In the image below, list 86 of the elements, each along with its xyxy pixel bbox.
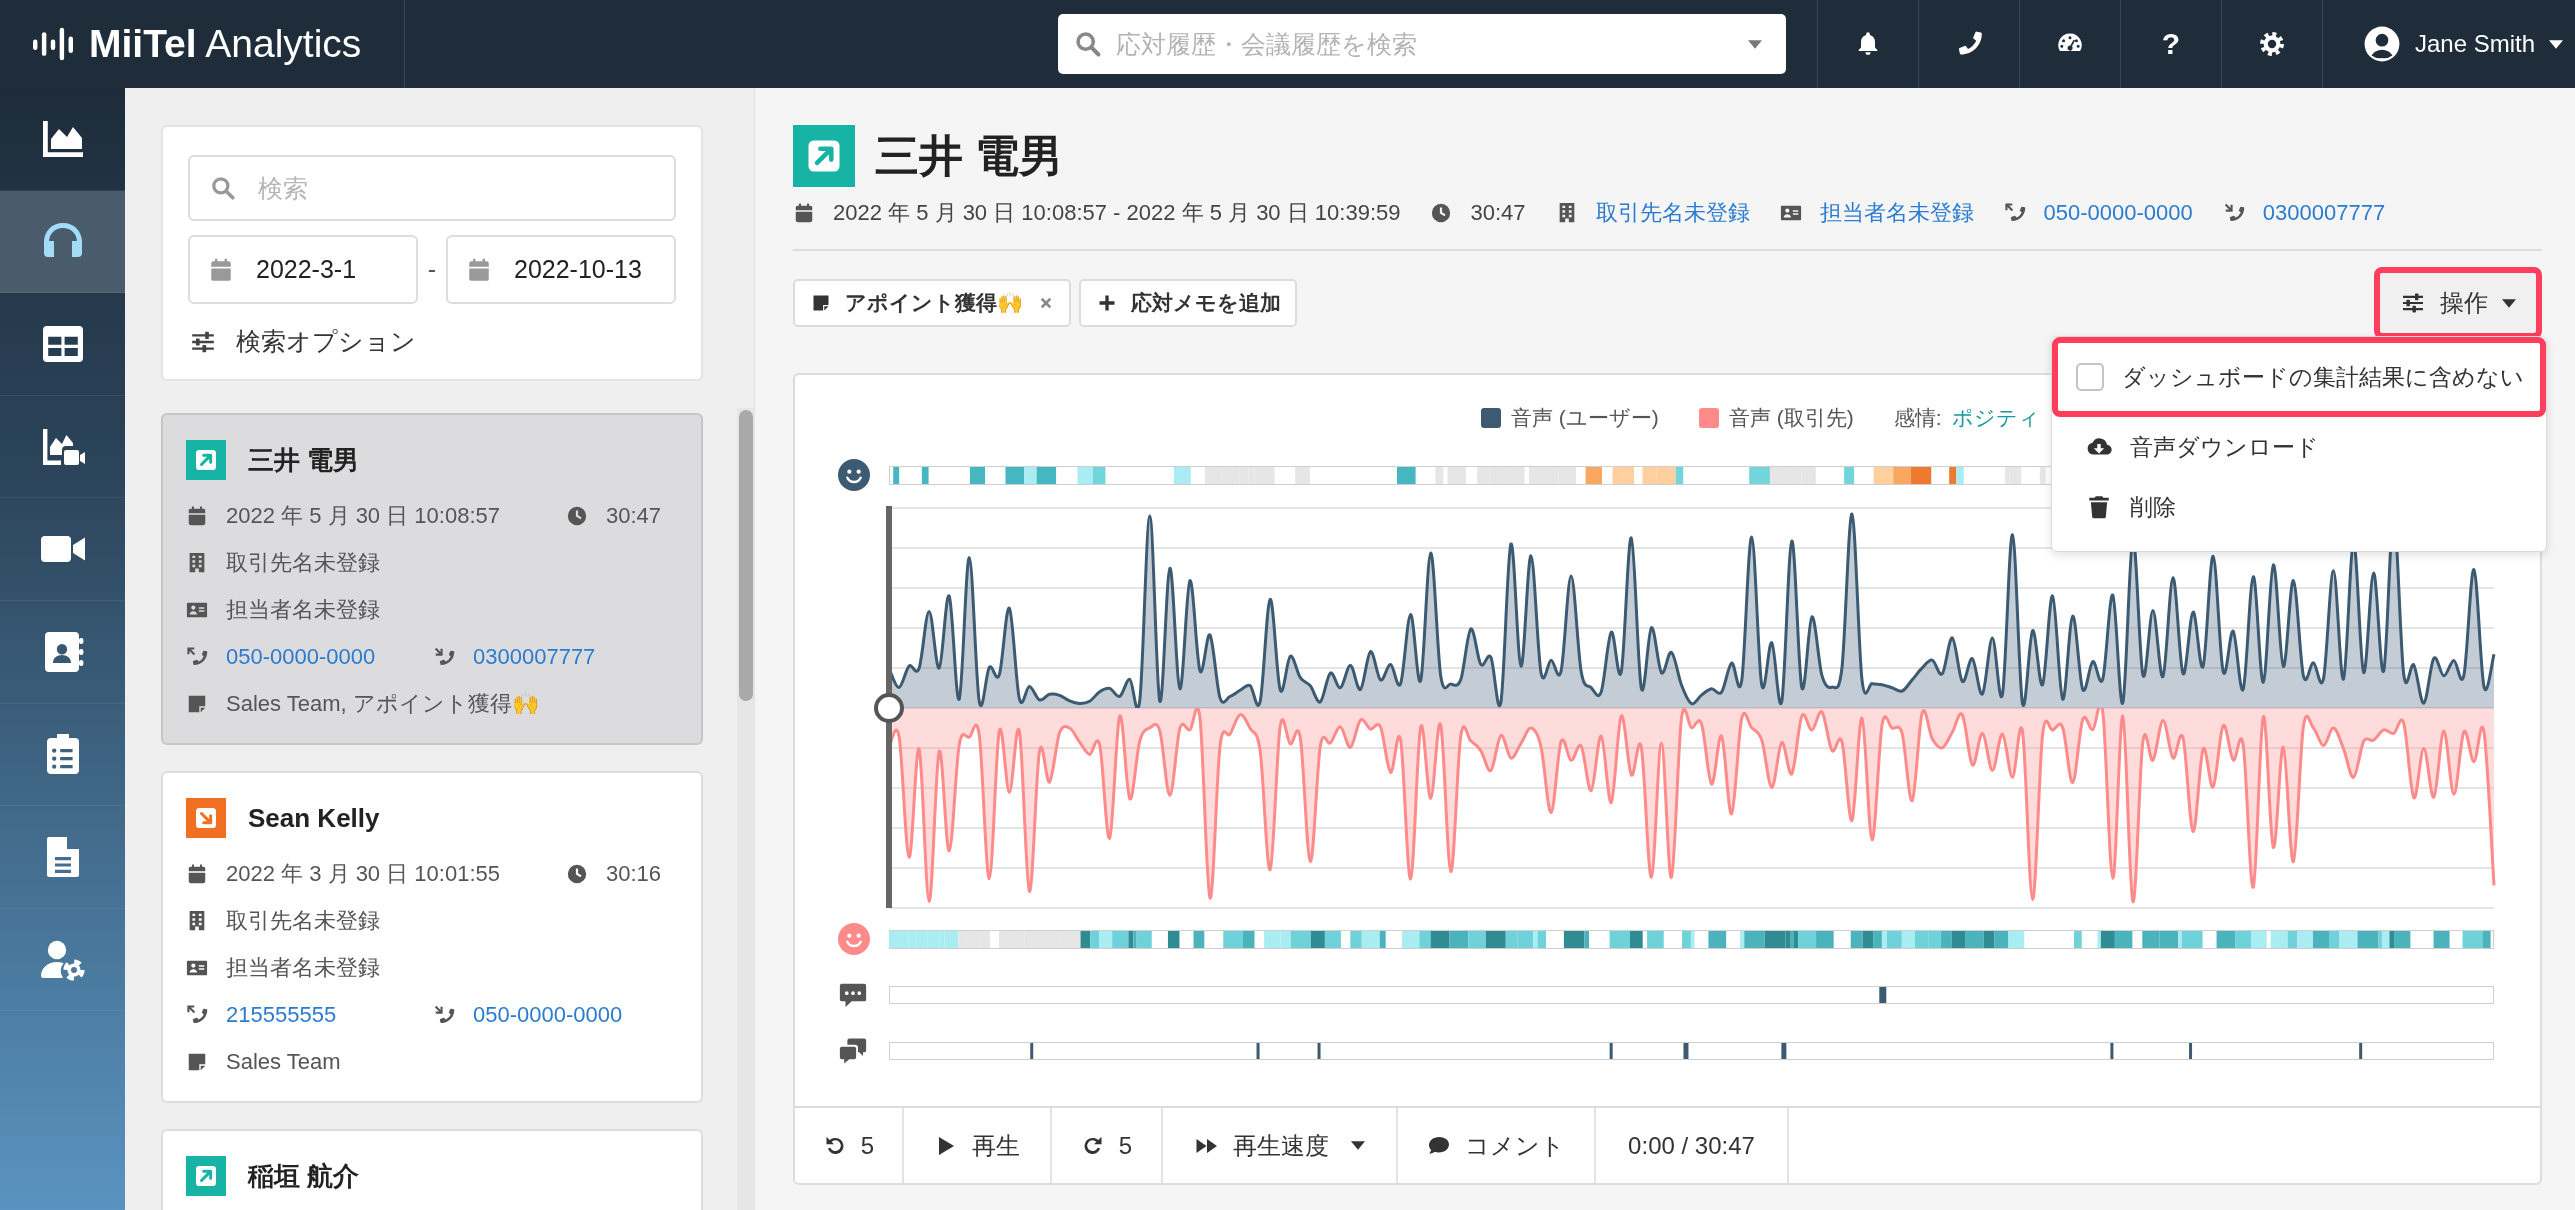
clock-icon — [566, 504, 588, 527]
phone-number-link[interactable]: 050-0000-0000 — [2043, 200, 2193, 226]
phone-number-link[interactable]: 050-0000-0000 — [473, 1001, 623, 1028]
conversation-marker[interactable] — [1030, 1043, 1034, 1059]
conversation-marker[interactable] — [1609, 1043, 1613, 1059]
phone-number-link[interactable]: 0300007777 — [2262, 200, 2386, 226]
calendar-icon — [466, 256, 492, 283]
date-separator: - — [427, 255, 437, 284]
phone-number-link[interactable]: 215555555 — [226, 1001, 337, 1028]
settings-icon — [2258, 30, 2286, 58]
arrow-up-right-icon — [186, 440, 226, 480]
search-icon — [210, 175, 236, 201]
contact-name: 担当者名未登録 — [226, 595, 380, 624]
calendar-icon — [186, 504, 208, 527]
conversation-marker[interactable] — [1781, 1043, 1787, 1059]
add-memo-button[interactable]: 応対メモを追加 — [1079, 279, 1297, 327]
scrollbar-thumb[interactable] — [739, 410, 753, 701]
user-avatar-icon — [2363, 25, 2401, 63]
call-duration: 30:16 — [606, 860, 662, 887]
caret-icon — [1748, 39, 1762, 49]
caret-icon — [1350, 1141, 1365, 1150]
company-name: 取引先名未登録 — [226, 548, 380, 577]
smiley-icon — [838, 923, 870, 955]
legend-label: 音声 (ユーザー) — [1511, 405, 1659, 431]
menu-item[interactable]: 削除 — [2052, 477, 2546, 537]
call-duration: 30:47 — [1470, 200, 1526, 226]
caller-name: 稲垣 航介 — [248, 1159, 360, 1193]
phone-arrow-in-icon — [433, 1003, 455, 1026]
call-date: 2022 年 5 月 30 日 10:08:57 — [226, 501, 500, 530]
app-logo: MiiTel Analytics — [89, 22, 362, 66]
phone-arrow-in-icon — [433, 645, 455, 668]
caller-name: Sean Kelly — [248, 802, 380, 834]
start-date-field[interactable]: 2022-3-1 — [188, 235, 418, 304]
arrow-down-right-icon — [186, 798, 226, 838]
call-card[interactable]: 稲垣 航介 — [161, 1129, 703, 1210]
trash-icon — [2086, 494, 2112, 520]
calendar-icon — [186, 862, 208, 885]
call-period: 2022 年 5 月 30 日 10:08:57 - 2022 年 5 月 30 日 10:39:59 — [833, 199, 1401, 227]
call-tags: Sales Team, アポイント獲得🙌 — [226, 688, 539, 719]
phone-arrow-in-icon — [2222, 202, 2245, 224]
menu-item[interactable]: 音声ダウンロード — [2052, 417, 2546, 477]
arrow-up-right-icon — [793, 125, 855, 187]
rewind-button[interactable]: 5 — [795, 1108, 904, 1183]
call-card[interactable]: Sean Kelly 2022 年 3 月 30 日 10:01:55 30:16 取引先名未登録 担当者名未登録 215555555 050-0000-0000 Sales Team — [161, 771, 703, 1103]
company-name: 取引先名未登録 — [226, 906, 380, 935]
caret-icon — [2549, 39, 2564, 49]
clock-icon — [566, 862, 588, 885]
caller-name: 三井 電男 — [248, 443, 360, 477]
sentiment-label: 感情: — [1893, 405, 1942, 431]
contact-name: 担当者名未登録 — [226, 953, 380, 982]
conversation-marker[interactable] — [2110, 1043, 2114, 1059]
conversation-marker[interactable] — [1256, 1043, 1260, 1059]
smiley-icon — [838, 459, 870, 491]
sound-bars-icon — [33, 26, 73, 62]
comment-marker[interactable] — [1879, 987, 1887, 1003]
conversation-marker[interactable] — [2189, 1043, 2193, 1059]
conversation-marker[interactable] — [1683, 1043, 1689, 1059]
arrow-up-right-icon — [186, 1156, 226, 1196]
comments-icon — [838, 1036, 868, 1066]
checkbox[interactable] — [2076, 363, 2104, 391]
legend-label: 音声 (取引先) — [1728, 405, 1854, 431]
menu-item[interactable]: ダッシュボードの集計結果に含めない — [2052, 337, 2546, 417]
search-icon — [1074, 30, 1102, 58]
actions-button[interactable]: 操作 — [2374, 267, 2542, 339]
end-date-field[interactable]: 2022-10-13 — [446, 235, 676, 304]
conversation-marker[interactable] — [1317, 1043, 1321, 1059]
company-link[interactable]: 取引先名未登録 — [1595, 198, 1750, 228]
phone-arrow-out-icon — [186, 1003, 208, 1026]
plus-icon — [1097, 293, 1117, 313]
calendar-icon — [793, 202, 815, 224]
calendar-icon — [208, 256, 234, 283]
call-title: 三井 電男 — [875, 129, 1064, 182]
caret-icon — [2502, 298, 2516, 308]
call-date: 2022 年 3 月 30 日 10:01:55 — [226, 859, 500, 888]
search-options-button[interactable]: 検索オプション — [188, 325, 416, 358]
clock-icon — [1430, 202, 1453, 224]
phone-arrow-out-icon — [2003, 202, 2026, 224]
playhead-handle[interactable] — [874, 506, 904, 908]
phone-arrow-out-icon — [186, 645, 208, 668]
sliders-icon — [2400, 291, 2426, 315]
call-duration: 30:47 — [606, 502, 662, 529]
contact-link[interactable]: 担当者名未登録 — [1819, 198, 1974, 228]
call-tags: Sales Team — [226, 1048, 341, 1075]
tag-label: アポイント獲得🙌 — [845, 290, 1023, 316]
conversation-marker[interactable] — [2359, 1043, 2363, 1059]
sticky-note-icon — [811, 293, 831, 313]
